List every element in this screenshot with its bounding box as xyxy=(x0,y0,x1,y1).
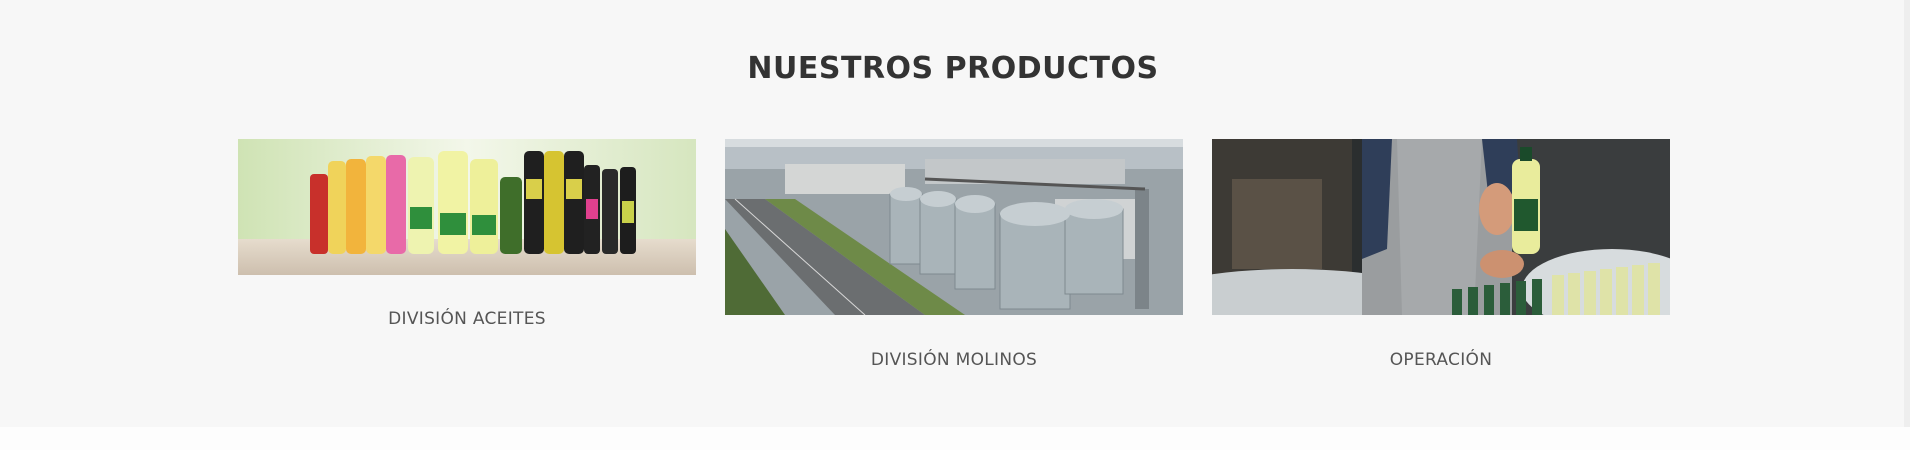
product-caption[interactable]: OPERACIÓN xyxy=(1212,350,1670,370)
grain-silos-image[interactable] xyxy=(725,139,1183,315)
product-caption[interactable]: DIVISIÓN MOLINOS xyxy=(725,350,1183,370)
oil-bottles-image[interactable] xyxy=(238,139,696,275)
section-title: NUESTROS PRODUCTOS xyxy=(747,51,1159,86)
products-section: NUESTROS PRODUCTOS DIVISIÓN ACEITES DIVI… xyxy=(0,0,1910,427)
worker-inspecting-bottle-image[interactable] xyxy=(1212,139,1670,315)
product-caption[interactable]: DIVISIÓN ACEITES xyxy=(238,309,696,329)
vertical-scrollbar[interactable] xyxy=(1904,0,1910,427)
next-section-edge xyxy=(0,427,1910,450)
